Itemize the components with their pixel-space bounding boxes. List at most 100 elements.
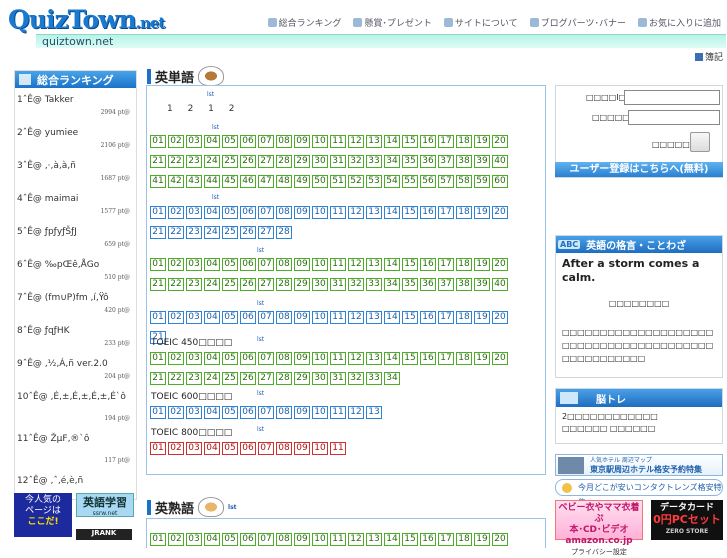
quiz-number-button[interactable]: 25 [222,226,238,239]
quiz-number-button[interactable]: 10 [312,311,328,324]
quiz-number-button[interactable]: 15 [402,352,418,365]
quiz-number-button[interactable]: 22 [168,278,184,291]
group-list-link[interactable]: lst [257,390,264,397]
nav-ranking[interactable]: 総合ランキング [267,16,341,29]
idiom-number-button[interactable]: 09 [294,533,310,546]
quiz-number-button[interactable]: 16 [420,258,436,271]
quiz-number-button[interactable]: 28 [276,226,292,239]
quiz-number-button[interactable]: 04 [204,135,220,148]
quiz-number-button[interactable]: 09 [294,135,310,148]
quiz-number-button[interactable]: 49 [294,175,310,188]
ranking-name[interactable]: 1ˆÊ@ Takker [17,95,74,105]
quiz-number-button[interactable]: 02 [168,352,184,365]
quiz-number-button[interactable]: 37 [438,278,454,291]
quiz-number-button[interactable]: 25 [222,155,238,168]
quiz-number-button[interactable]: 05 [222,311,238,324]
quiz-number-button[interactable]: 13 [366,206,382,219]
quiz-number-button[interactable]: 09 [294,406,310,419]
quiz-number-button[interactable]: 18 [456,352,472,365]
idiom-number-button[interactable]: 06 [240,533,256,546]
quiz-number-button[interactable]: 03 [186,352,202,365]
quiz-number-button[interactable]: 17 [438,311,454,324]
quiz-number-button[interactable]: 32 [348,155,364,168]
quiz-number-button[interactable]: 45 [222,175,238,188]
quiz-number-button[interactable]: 09 [294,258,310,271]
quiz-number-button[interactable]: 33 [366,372,382,385]
datacard-ad[interactable]: データカード 0円PCセット ZERO STORE [651,500,723,540]
idiom-number-button[interactable]: 11 [330,533,346,546]
quiz-number-button[interactable]: 09 [294,442,310,455]
quiz-number-button[interactable]: 12 [348,135,364,148]
list-link[interactable]: lst [207,91,214,98]
ranking-name[interactable]: 9ˆÊ@ ‚½‚Á‚ñ ver.2.0 [17,359,108,369]
idiom-number-button[interactable]: 16 [420,533,436,546]
idiom-number-button[interactable]: 20 [492,533,508,546]
quiz-number-button[interactable]: 24 [204,372,220,385]
idiom-number-button[interactable]: 03 [186,533,202,546]
quiz-number-button[interactable]: 51 [330,175,346,188]
idiom-number-button[interactable]: 01 [150,533,166,546]
quiz-number-button[interactable]: 48 [276,175,292,188]
quiz-number-button[interactable]: 26 [240,155,256,168]
quiz-number-button[interactable]: 01 [150,311,166,324]
quiz-number-button[interactable]: 03 [186,135,202,148]
quiz-number-button[interactable]: 28 [276,278,292,291]
bookkeeping-link[interactable]: 簿記 [694,50,723,63]
english-study-banner[interactable]: 英語学習 ssrw.net [76,493,134,517]
quiz-number-button[interactable]: 52 [348,175,364,188]
quiz-number-button[interactable]: 40 [492,155,508,168]
quiz-number-button[interactable]: 07 [258,442,274,455]
quiz-number-button[interactable]: 41 [150,175,166,188]
quiz-number-button[interactable]: 19 [474,311,490,324]
quiz-number-button[interactable]: 11 [330,406,346,419]
page-numbers[interactable]: 1 2 1 2 [167,104,235,114]
idiom-number-button[interactable]: 12 [348,533,364,546]
quiz-number-button[interactable]: 43 [186,175,202,188]
quiz-number-button[interactable]: 27 [258,226,274,239]
quiz-number-button[interactable]: 58 [456,175,472,188]
quiz-number-button[interactable]: 39 [474,278,490,291]
quiz-number-button[interactable]: 08 [276,135,292,148]
quiz-number-button[interactable]: 18 [456,135,472,148]
quiz-number-button[interactable]: 42 [168,175,184,188]
quiz-number-button[interactable]: 16 [420,311,436,324]
quiz-number-button[interactable]: 40 [492,278,508,291]
quiz-number-button[interactable]: 21 [150,226,166,239]
quiz-number-button[interactable]: 19 [474,206,490,219]
group-list-link[interactable]: lst [257,247,264,254]
quiz-number-button[interactable]: 24 [204,226,220,239]
quiz-number-button[interactable]: 08 [276,442,292,455]
idiom-number-button[interactable]: 15 [402,533,418,546]
quiz-number-button[interactable]: 03 [186,442,202,455]
quiz-number-button[interactable]: 16 [420,135,436,148]
idiom-number-button[interactable]: 13 [366,533,382,546]
quiz-number-button[interactable]: 50 [312,175,328,188]
popular-page-banner[interactable]: 今人気の ページは ここだ! [14,493,72,537]
quiz-number-button[interactable]: 02 [168,258,184,271]
quiz-number-button[interactable]: 14 [384,258,400,271]
login-button[interactable] [690,132,710,152]
quiz-number-button[interactable]: 31 [330,155,346,168]
quiz-number-button[interactable]: 06 [240,406,256,419]
quiz-number-button[interactable]: 34 [384,155,400,168]
quiz-number-button[interactable]: 03 [186,258,202,271]
quiz-number-button[interactable]: 14 [384,311,400,324]
quiz-number-button[interactable]: 17 [438,206,454,219]
register-button[interactable]: ユーザー登録はこちらへ(無料) [555,162,723,177]
quiz-number-button[interactable]: 14 [384,135,400,148]
quiz-number-button[interactable]: 01 [150,442,166,455]
nav-blogparts[interactable]: ブログパーツ･バナー [529,16,626,29]
quiz-number-button[interactable]: 56 [420,175,436,188]
quiz-number-button[interactable]: 13 [366,352,382,365]
quiz-number-button[interactable]: 30 [312,155,328,168]
quiz-number-button[interactable]: 19 [474,135,490,148]
quiz-number-button[interactable]: 54 [384,175,400,188]
quiz-number-button[interactable]: 20 [492,352,508,365]
quiz-number-button[interactable]: 25 [222,278,238,291]
quiz-number-button[interactable]: 12 [348,406,364,419]
quiz-number-button[interactable]: 06 [240,135,256,148]
contact-lens-banner[interactable]: 今月どこが安いコンタクトレンズ格安特集 [555,479,723,507]
quiz-number-button[interactable]: 15 [402,311,418,324]
quiz-number-button[interactable]: 04 [204,406,220,419]
group-list-link[interactable]: lst [257,426,264,433]
